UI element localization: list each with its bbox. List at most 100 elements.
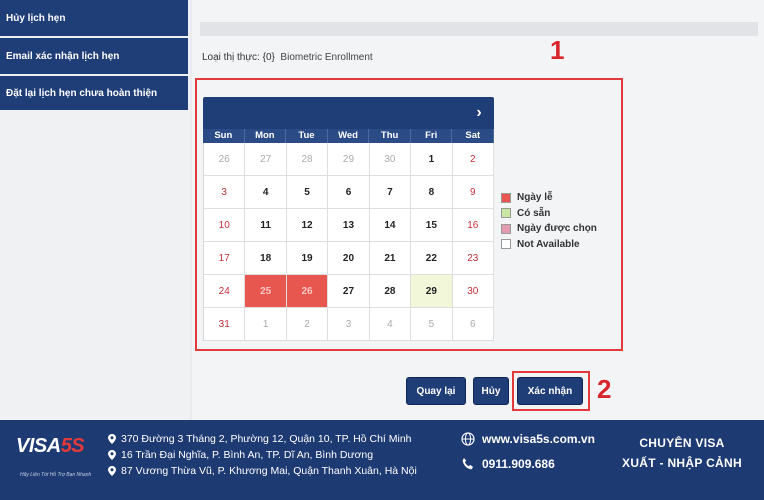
weekday-sat: Sat [452,129,495,143]
legend-item: Có sẵn [501,206,597,222]
weekday-tue: Tue [286,129,328,143]
logo-text: VISA5S [16,435,85,457]
cancel-button[interactable]: Hủy [473,377,509,405]
calendar-day-cell[interactable]: 17 [204,242,246,275]
weekday-wed: Wed [328,129,370,143]
visa5s-logo: VISA5S Hãy Liên Tới Hỗ Trợ Bạn Nhanh [16,430,96,490]
calendar-day-cell[interactable]: 15 [411,209,453,242]
address-1: 370 Đường 3 Tháng 2, Phường 12, Quận 10,… [108,433,412,445]
calendar-day-cell: 29 [328,143,370,176]
calendar-day-cell[interactable]: 2 [452,143,494,176]
calendar-day-cell[interactable]: 27 [328,275,370,308]
chevron-right-icon: › [476,104,482,121]
calendar-day-cell[interactable]: 10 [204,209,246,242]
calendar-day-cell[interactable]: 16 [452,209,494,242]
calendar-day-cell[interactable]: 29 [411,275,453,308]
calendar-day-cell[interactable]: 3 [204,176,246,209]
calendar-day-cell: 26 [204,143,246,176]
sidebar-item-label: Email xác nhận lịch hẹn [6,50,120,62]
visa-type: Loại thị thực: {0} Biometric Enrollment [202,52,373,63]
next-month-button[interactable]: › [464,97,494,129]
calendar-day-cell[interactable]: 8 [411,176,453,209]
calendar-day-cell[interactable]: 5 [286,176,329,209]
sidebar-item-reset-incomplete-appointment[interactable]: Đặt lại lịch hẹn chưa hoàn thiện [0,76,188,112]
tagline-line-2: XUẤT - NHẬP CẢNH [622,456,742,470]
calendar-day-cell[interactable]: 28 [369,275,412,308]
calendar-day-cell[interactable]: 21 [369,242,412,275]
calendar-day-cell[interactable]: 26 [286,275,329,308]
calendar-day-cell[interactable]: 1 [411,143,453,176]
legend-label: Ngày lễ [517,192,553,204]
address-3: 87 Vương Thừa Vũ, P. Khương Mai, Quận Th… [108,465,417,477]
calendar-day-cell[interactable]: 12 [286,209,329,242]
calendar-day-cell[interactable]: 11 [245,209,287,242]
calendar-day-cell: 6 [452,308,494,341]
top-bar [200,22,758,36]
calendar-day-cell: 5 [411,308,453,341]
calendar-day-cell[interactable]: 22 [411,242,453,275]
calendar-day-cell: 30 [369,143,412,176]
weekday-mon: Mon [245,129,287,143]
sidebar-item-label: Đặt lại lịch hẹn chưa hoàn thiện [6,87,158,99]
calendar-day-cell: 1 [245,308,287,341]
calendar-day-cell[interactable]: 24 [204,275,246,308]
sidebar-item-cancel-appointment[interactable]: Hủy lịch hẹn [0,0,188,38]
step-number-1: 1 [550,35,565,65]
calendar-day-cell: 27 [245,143,287,176]
phone-icon [462,458,473,470]
legend-item: Not Available [501,237,597,253]
location-pin-icon [108,450,116,460]
calendar-day-cell[interactable]: 23 [452,242,494,275]
weekday-header: Sun Mon Tue Wed Thu Fri Sat [203,129,495,143]
calendar-day-cell: 4 [369,308,412,341]
phone-contact[interactable]: 0911.909.686 [461,457,555,471]
legend-swatch [501,223,511,234]
calendar-day-cell[interactable]: 4 [245,176,287,209]
legend-item: Ngày lễ [501,190,597,206]
sidebar-item-label: Hủy lịch hẹn [6,12,66,24]
website-contact[interactable]: www.visa5s.com.vn [461,432,595,446]
calendar-day-cell[interactable]: 14 [369,209,412,242]
sidebar: Hủy lịch hẹn Email xác nhận lịch hẹn Đặt… [0,0,190,420]
calendar-legend: Ngày lễ Có sẵn Ngày được chọn Not Available [501,190,597,252]
visa-type-label: Loại thị thực: {0} [202,52,275,63]
legend-swatch [501,239,511,250]
legend-label: Có sẵn [517,207,551,219]
location-pin-icon [108,434,116,444]
sidebar-item-confirmation-email[interactable]: Email xác nhận lịch hẹn [0,38,188,76]
legend-label: Not Available [517,238,580,250]
visa-type-value: Biometric Enrollment [280,52,373,63]
legend-item: Ngày được chọn [501,221,597,237]
calendar-day-cell[interactable]: 13 [328,209,370,242]
weekday-thu: Thu [369,129,411,143]
weekday-sun: Sun [203,129,245,143]
back-button[interactable]: Quay lại [406,377,466,405]
calendar-grid: 26 27 28 29 30 1 2 3 4 5 6 7 8 9 10 11 12 13 14 15 16 17 18 19 2… [203,143,494,341]
calendar-day-cell[interactable]: 19 [286,242,329,275]
calendar-day-cell[interactable]: 25 [245,275,287,308]
legend-swatch [501,208,511,219]
legend-label: Ngày được chọn [517,223,597,235]
weekday-fri: Fri [411,129,453,143]
calendar-day-cell[interactable]: 9 [452,176,494,209]
calendar-day-cell[interactable]: 30 [452,275,494,308]
calendar-day-cell[interactable]: 6 [328,176,370,209]
calendar-day-cell[interactable]: 31 [204,308,246,341]
address-2: 16 Trần Đại Nghĩa, P. Bình An, TP. Dĩ An… [108,449,373,461]
calendar-day-cell: 2 [286,308,329,341]
calendar-day-cell: 28 [286,143,329,176]
calendar-day-cell[interactable]: 7 [369,176,412,209]
logo-slogan: Hãy Liên Tới Hỗ Trợ Bạn Nhanh [20,472,92,478]
globe-icon [461,432,475,446]
footer-banner: VISA5S Hãy Liên Tới Hỗ Trợ Bạn Nhanh 370… [0,420,764,500]
calendar-day-cell: 3 [328,308,370,341]
calendar-day-cell[interactable]: 20 [328,242,370,275]
main-content: Loại thị thực: {0} Biometric Enrollment … [192,0,764,420]
tagline-line-1: CHUYÊN VISA [639,436,725,450]
confirm-button[interactable]: Xác nhận [517,377,583,405]
location-pin-icon [108,466,116,476]
calendar: › Sun Mon Tue Wed Thu Fri Sat 26 27 28 29 30 1 2 3 4 5 6… [203,97,495,341]
calendar-day-cell[interactable]: 18 [245,242,287,275]
legend-swatch [501,192,511,203]
step-number-2: 2 [597,374,612,404]
